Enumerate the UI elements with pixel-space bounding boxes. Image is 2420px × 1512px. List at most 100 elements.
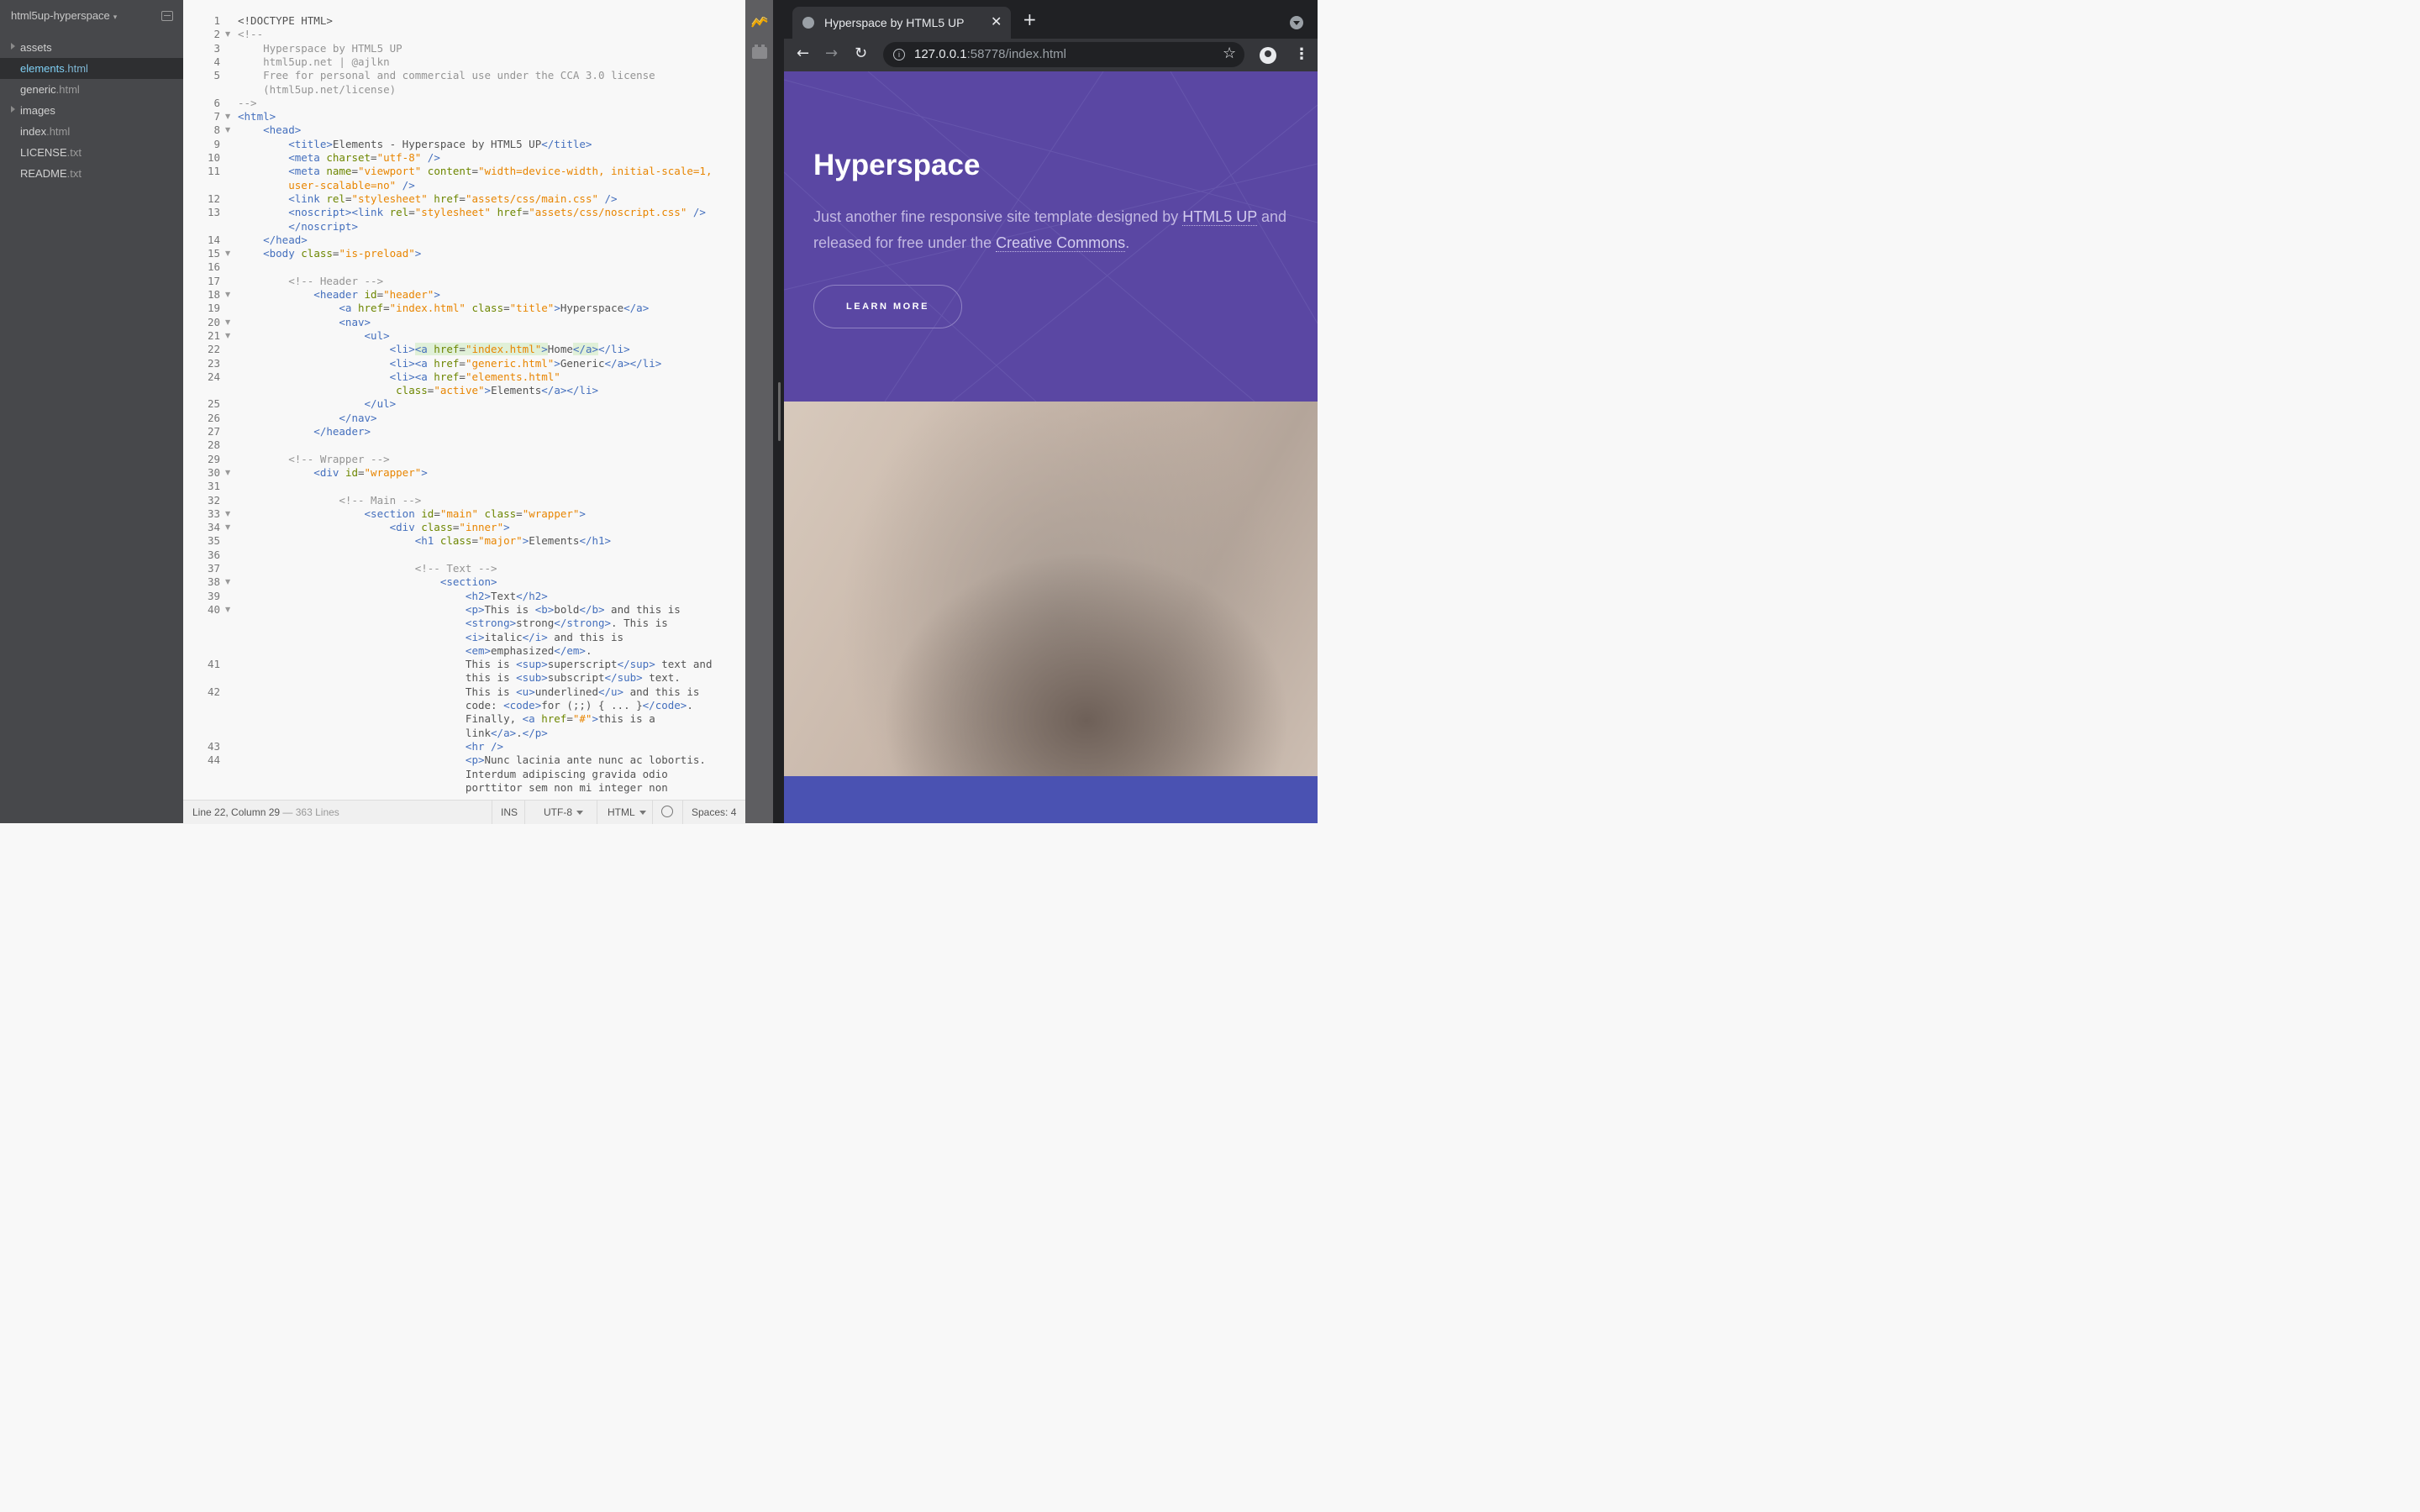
- code-token: <!DOCTYPE HTML>: [238, 14, 333, 27]
- folder-item[interactable]: assets: [0, 37, 183, 58]
- code-token: This is: [238, 685, 517, 698]
- code-token: and this is: [623, 685, 700, 698]
- fold-arrow-icon[interactable]: ▼: [225, 578, 230, 585]
- code-token: <a: [522, 712, 542, 726]
- forward-icon[interactable]: →: [825, 45, 838, 62]
- line-number: 25: [207, 397, 220, 411]
- code-token: </li>: [598, 343, 630, 356]
- linter-status-icon[interactable]: [661, 806, 673, 817]
- code-line: <!-- Text -->: [238, 562, 497, 575]
- code-line: <!--: [238, 28, 263, 40]
- html5up-link[interactable]: HTML5 UP: [1182, 208, 1257, 226]
- code-line: <body class="is-preload">: [238, 247, 421, 260]
- project-dropdown[interactable]: html5up-hyperspace ▾: [11, 9, 117, 22]
- code-token: link: [238, 726, 492, 739]
- menu-icon[interactable]: ⋮: [1294, 45, 1309, 63]
- code-token: >: [434, 288, 440, 301]
- chevron-right-icon[interactable]: [11, 43, 15, 50]
- creative-commons-link[interactable]: Creative Commons: [996, 234, 1126, 252]
- insert-mode[interactable]: INS: [501, 806, 518, 818]
- fold-arrow-icon[interactable]: ▼: [225, 291, 230, 298]
- code-token: <!--: [238, 28, 264, 41]
- code-token: </h1>: [579, 534, 612, 548]
- code-token: .: [687, 699, 693, 711]
- file-item[interactable]: LICENSE.txt: [0, 142, 183, 163]
- code-token: <div: [238, 521, 422, 534]
- encoding-select[interactable]: UTF-8: [544, 806, 583, 818]
- file-item[interactable]: generic.html: [0, 79, 183, 100]
- line-number: 2: [213, 28, 220, 41]
- code-token: <i>: [238, 630, 485, 643]
- code-token: . This is: [611, 617, 668, 630]
- close-icon[interactable]: ✕: [991, 13, 1002, 29]
- folder-item[interactable]: images: [0, 100, 183, 121]
- fold-arrow-icon[interactable]: ▼: [225, 469, 230, 476]
- tab-title: Hyperspace by HTML5 UP: [824, 16, 965, 29]
- cursor-position[interactable]: Line 22, Column 29 — 363 Lines: [192, 806, 339, 818]
- live-preview-icon[interactable]: [751, 17, 768, 29]
- learn-more-button[interactable]: LEARN MORE: [813, 285, 962, 328]
- bookmark-star-icon[interactable]: ☆: [1223, 45, 1236, 62]
- file-name: index.html: [20, 125, 70, 138]
- editor-scrollbar[interactable]: [778, 382, 781, 441]
- code-token: =: [383, 302, 390, 315]
- info-icon[interactable]: i: [893, 49, 905, 60]
- code-token: class: [301, 247, 333, 260]
- tab-search-icon[interactable]: [1290, 16, 1303, 29]
- code-token: Interdum adipiscing gravida odio: [238, 767, 668, 780]
- profile-icon[interactable]: [1260, 47, 1276, 64]
- back-icon[interactable]: ←: [797, 45, 809, 62]
- fold-arrow-icon[interactable]: ▼: [225, 126, 230, 134]
- line-number: 7: [213, 110, 220, 123]
- extension-manager-icon[interactable]: [752, 45, 767, 59]
- code-token: =: [376, 288, 384, 301]
- code-token: />: [598, 192, 618, 205]
- new-tab-button[interactable]: +: [1023, 11, 1037, 28]
- code-line: <div class="inner">: [238, 521, 510, 533]
- code-editor[interactable]: 1 2 ▼ 3 4 5 6 7 ▼ 8 ▼ 9 10 11 12 13 14 15 ▼ 16 17 18 ▼ 19 20 ▼ 21 ▼…: [183, 0, 745, 800]
- code-token: "header": [383, 288, 434, 301]
- code-token: id: [364, 288, 377, 301]
- file-item[interactable]: README.txt: [0, 163, 183, 184]
- code-line: </noscript>: [238, 220, 358, 233]
- split-view-icon[interactable]: [161, 11, 173, 21]
- fold-arrow-icon[interactable]: ▼: [225, 510, 230, 517]
- code-token: underlined: [534, 685, 598, 698]
- reload-icon[interactable]: ↻: [855, 45, 867, 62]
- line-number: 38: [207, 575, 220, 589]
- hero-intro: Just another fine responsive site templa…: [813, 204, 1301, 256]
- code-token: </a>: [623, 302, 650, 315]
- code-token: </code>: [642, 699, 687, 711]
- indent-setting[interactable]: Spaces: 4: [692, 806, 736, 818]
- fold-arrow-icon[interactable]: ▼: [225, 332, 230, 339]
- fold-arrow-icon[interactable]: ▼: [225, 30, 230, 38]
- browser-tab[interactable]: Hyperspace by HTML5 UP ✕: [792, 7, 1011, 39]
- status-divider: [652, 801, 653, 824]
- code-token: =: [408, 206, 415, 219]
- code-token: rel: [326, 192, 345, 205]
- file-item[interactable]: elements.html: [0, 58, 183, 79]
- fold-arrow-icon[interactable]: ▼: [225, 606, 230, 613]
- code-token: =: [459, 370, 466, 383]
- hero-image: [784, 402, 1318, 776]
- fold-arrow-icon[interactable]: ▼: [225, 113, 230, 120]
- line-number: 15: [207, 247, 220, 260]
- language-select[interactable]: HTML: [608, 806, 646, 818]
- code-line: </header>: [238, 425, 371, 438]
- address-bar[interactable]: i 127.0.0.1:58778/index.html ☆: [883, 42, 1244, 67]
- code-line: </head>: [238, 234, 308, 246]
- file-item[interactable]: index.html: [0, 121, 183, 142]
- line-number: 39: [207, 589, 220, 602]
- code-token: class: [421, 521, 453, 534]
- status-divider: [524, 801, 525, 824]
- code-token: strong: [516, 617, 555, 630]
- code-token: <u>: [516, 685, 535, 698]
- fold-arrow-icon[interactable]: ▼: [225, 249, 230, 257]
- line-number: 28: [207, 438, 220, 452]
- code-line: <title>Elements - Hyperspace by HTML5 UP…: [238, 138, 592, 150]
- fold-arrow-icon[interactable]: ▼: [225, 523, 230, 531]
- fold-arrow-icon[interactable]: ▼: [225, 318, 230, 326]
- code-line: Free for personal and commercial use und…: [238, 69, 655, 81]
- chevron-right-icon[interactable]: [11, 106, 15, 113]
- code-line: <a href="index.html" class="title">Hyper…: [238, 302, 649, 314]
